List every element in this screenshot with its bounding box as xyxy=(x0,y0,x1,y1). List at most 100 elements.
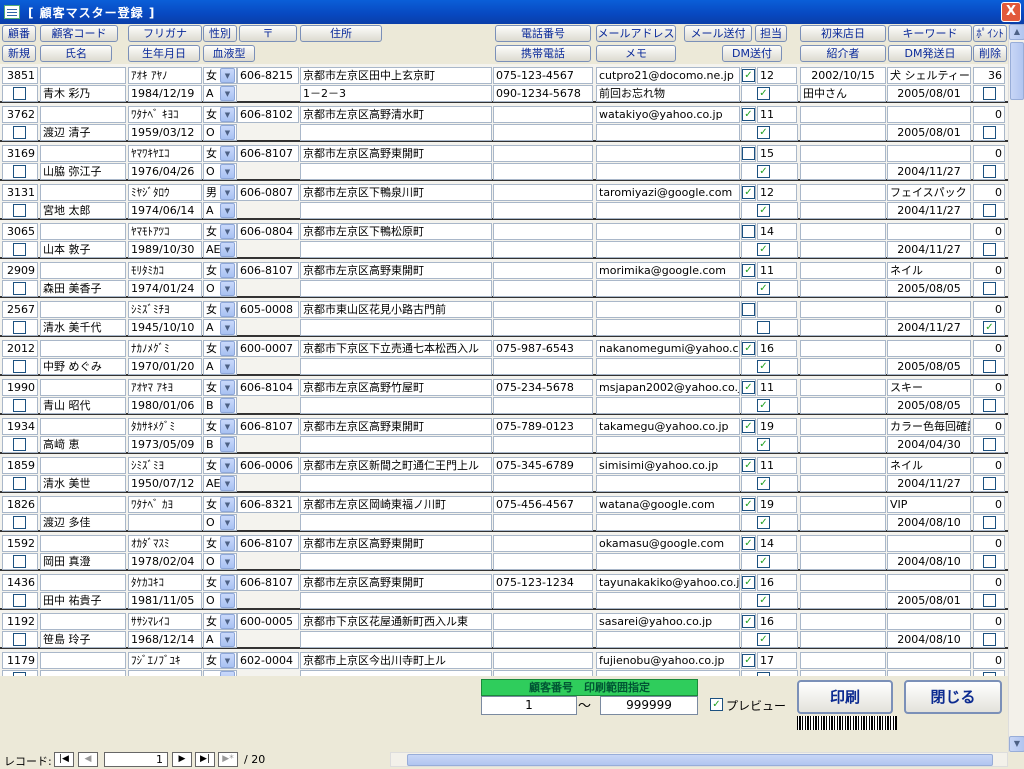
name-field[interactable]: 清水 美千代 xyxy=(40,319,126,336)
referrer-field[interactable] xyxy=(800,202,886,219)
new-checkbox[interactable] xyxy=(13,204,26,217)
address2-field[interactable] xyxy=(300,592,492,609)
furigana-field[interactable]: ﾜﾀﾅﾍﾞ ｶﾖ xyxy=(128,496,202,513)
delete-checkbox[interactable] xyxy=(983,438,996,451)
address-field[interactable]: 京都市左京区下鴨松原町 xyxy=(300,223,492,240)
address2-field[interactable] xyxy=(300,631,492,648)
phone-field[interactable]: 075-123-4567 xyxy=(493,67,593,84)
first-visit-field[interactable]: 2002/10/15 xyxy=(800,67,886,84)
furigana-field[interactable]: ｼﾐｽﾞﾐﾖ xyxy=(128,457,202,474)
customer-number-field[interactable]: 3065 xyxy=(2,223,38,240)
first-visit-field[interactable] xyxy=(800,652,886,669)
first-visit-field[interactable] xyxy=(800,457,886,474)
keyword-field[interactable]: VIP xyxy=(887,496,971,513)
zip-field[interactable]: 602-0004 xyxy=(237,652,299,669)
memo-field[interactable] xyxy=(596,553,740,570)
chevron-down-icon[interactable]: ▼ xyxy=(220,476,235,491)
hscroll-thumb[interactable] xyxy=(407,754,993,766)
dm-send-checkbox[interactable]: ✓ xyxy=(757,516,770,529)
referrer-field[interactable] xyxy=(800,241,886,258)
memo-field[interactable] xyxy=(596,280,740,297)
phone-field[interactable] xyxy=(493,535,593,552)
customer-code-field[interactable] xyxy=(40,652,126,669)
chevron-down-icon[interactable]: ▼ xyxy=(220,302,235,317)
email-field[interactable]: msjapan2002@yahoo.co.jp xyxy=(596,379,740,396)
birthdate-field[interactable]: 1945/10/10 xyxy=(128,319,202,336)
first-visit-field[interactable] xyxy=(800,145,886,162)
header-dm-date[interactable]: DM発送日 xyxy=(888,45,972,62)
zip-field[interactable]: 606-0807 xyxy=(237,184,299,201)
referrer-field[interactable]: 田中さん xyxy=(800,85,886,102)
phone-field[interactable] xyxy=(493,652,593,669)
dm-date-field[interactable]: 2005/08/01 xyxy=(887,124,971,141)
header-delete[interactable]: 削除 xyxy=(973,45,1007,62)
new-checkbox[interactable] xyxy=(13,399,26,412)
email-field[interactable]: simisimi@yahoo.co.jp xyxy=(596,457,740,474)
chevron-down-icon[interactable]: ▼ xyxy=(220,68,235,83)
email-field[interactable] xyxy=(596,301,740,318)
points-field[interactable]: 0 xyxy=(973,496,1005,513)
phone-field[interactable]: 075-123-1234 xyxy=(493,574,593,591)
first-visit-field[interactable] xyxy=(800,535,886,552)
customer-code-field[interactable] xyxy=(40,145,126,162)
points-field[interactable]: 0 xyxy=(973,145,1005,162)
referrer-field[interactable] xyxy=(800,280,886,297)
furigana-field[interactable]: ｱｵｷ ｱﾔﾉ xyxy=(128,67,202,84)
dm-send-checkbox[interactable]: ✓ xyxy=(757,360,770,373)
chevron-down-icon[interactable]: ▼ xyxy=(220,554,235,569)
mail-send-checkbox[interactable]: ✓ xyxy=(742,108,755,121)
referrer-field[interactable] xyxy=(800,553,886,570)
staff-field[interactable]: 14 xyxy=(757,223,797,240)
zip-field[interactable]: 606-8104 xyxy=(237,379,299,396)
birthdate-field[interactable]: 1968/12/14 xyxy=(128,631,202,648)
keyword-field[interactable] xyxy=(887,613,971,630)
dm-date-field[interactable]: 2005/08/05 xyxy=(887,397,971,414)
chevron-down-icon[interactable]: ▼ xyxy=(220,281,235,296)
customer-code-field[interactable] xyxy=(40,457,126,474)
points-field[interactable]: 0 xyxy=(973,535,1005,552)
name-field[interactable]: 清水 美世 xyxy=(40,475,126,492)
dm-date-field[interactable]: 2004/08/10 xyxy=(887,553,971,570)
dm-date-field[interactable]: 2005/08/01 xyxy=(887,85,971,102)
points-field[interactable]: 0 xyxy=(973,340,1005,357)
chevron-down-icon[interactable]: ▼ xyxy=(220,341,235,356)
mail-send-checkbox[interactable]: ✓ xyxy=(742,342,755,355)
dm-send-checkbox[interactable]: ✓ xyxy=(757,477,770,490)
points-field[interactable]: 0 xyxy=(973,418,1005,435)
email-field[interactable]: sasarei@yahoo.co.jp xyxy=(596,613,740,630)
address2-field[interactable] xyxy=(300,436,492,453)
furigana-field[interactable]: ﾔﾏﾜｷﾔｴｺ xyxy=(128,145,202,162)
address-field[interactable]: 京都市左京区高野東開町 xyxy=(300,145,492,162)
mail-send-checkbox[interactable]: ✓ xyxy=(742,615,755,628)
memo-field[interactable] xyxy=(596,475,740,492)
address2-field[interactable] xyxy=(300,358,492,375)
zip-field[interactable]: 606-8107 xyxy=(237,145,299,162)
mail-send-checkbox[interactable]: ✓ xyxy=(742,264,755,277)
delete-checkbox[interactable]: ✓ xyxy=(983,321,996,334)
new-record-icon[interactable]: ▶* xyxy=(218,752,238,767)
email-field[interactable]: taromiyazi@google.com xyxy=(596,184,740,201)
first-visit-field[interactable] xyxy=(800,613,886,630)
dm-send-checkbox[interactable]: ✓ xyxy=(757,204,770,217)
customer-code-field[interactable] xyxy=(40,106,126,123)
phone-field[interactable]: 075-987-6543 xyxy=(493,340,593,357)
memo-field[interactable] xyxy=(596,319,740,336)
mail-send-checkbox[interactable]: ✓ xyxy=(742,69,755,82)
mobile-field[interactable] xyxy=(493,631,593,648)
last-record-icon[interactable]: ▶| xyxy=(195,752,215,767)
staff-field[interactable]: 16 xyxy=(757,340,797,357)
email-field[interactable]: takamegu@yahoo.co.jp xyxy=(596,418,740,435)
mail-send-checkbox[interactable] xyxy=(742,303,755,316)
name-field[interactable]: 青木 彩乃 xyxy=(40,85,126,102)
chevron-down-icon[interactable]: ▼ xyxy=(220,146,235,161)
chevron-down-icon[interactable]: ▼ xyxy=(220,263,235,278)
points-field[interactable]: 0 xyxy=(973,262,1005,279)
delete-checkbox[interactable] xyxy=(983,165,996,178)
first-visit-field[interactable] xyxy=(800,574,886,591)
furigana-field[interactable]: ﾌｼﾞｴﾉﾌﾞﾕｷ xyxy=(128,652,202,669)
chevron-down-icon[interactable]: ▼ xyxy=(220,107,235,122)
chevron-down-icon[interactable]: ▼ xyxy=(220,185,235,200)
customer-code-field[interactable] xyxy=(40,574,126,591)
phone-field[interactable] xyxy=(493,613,593,630)
staff-field[interactable] xyxy=(757,301,797,318)
